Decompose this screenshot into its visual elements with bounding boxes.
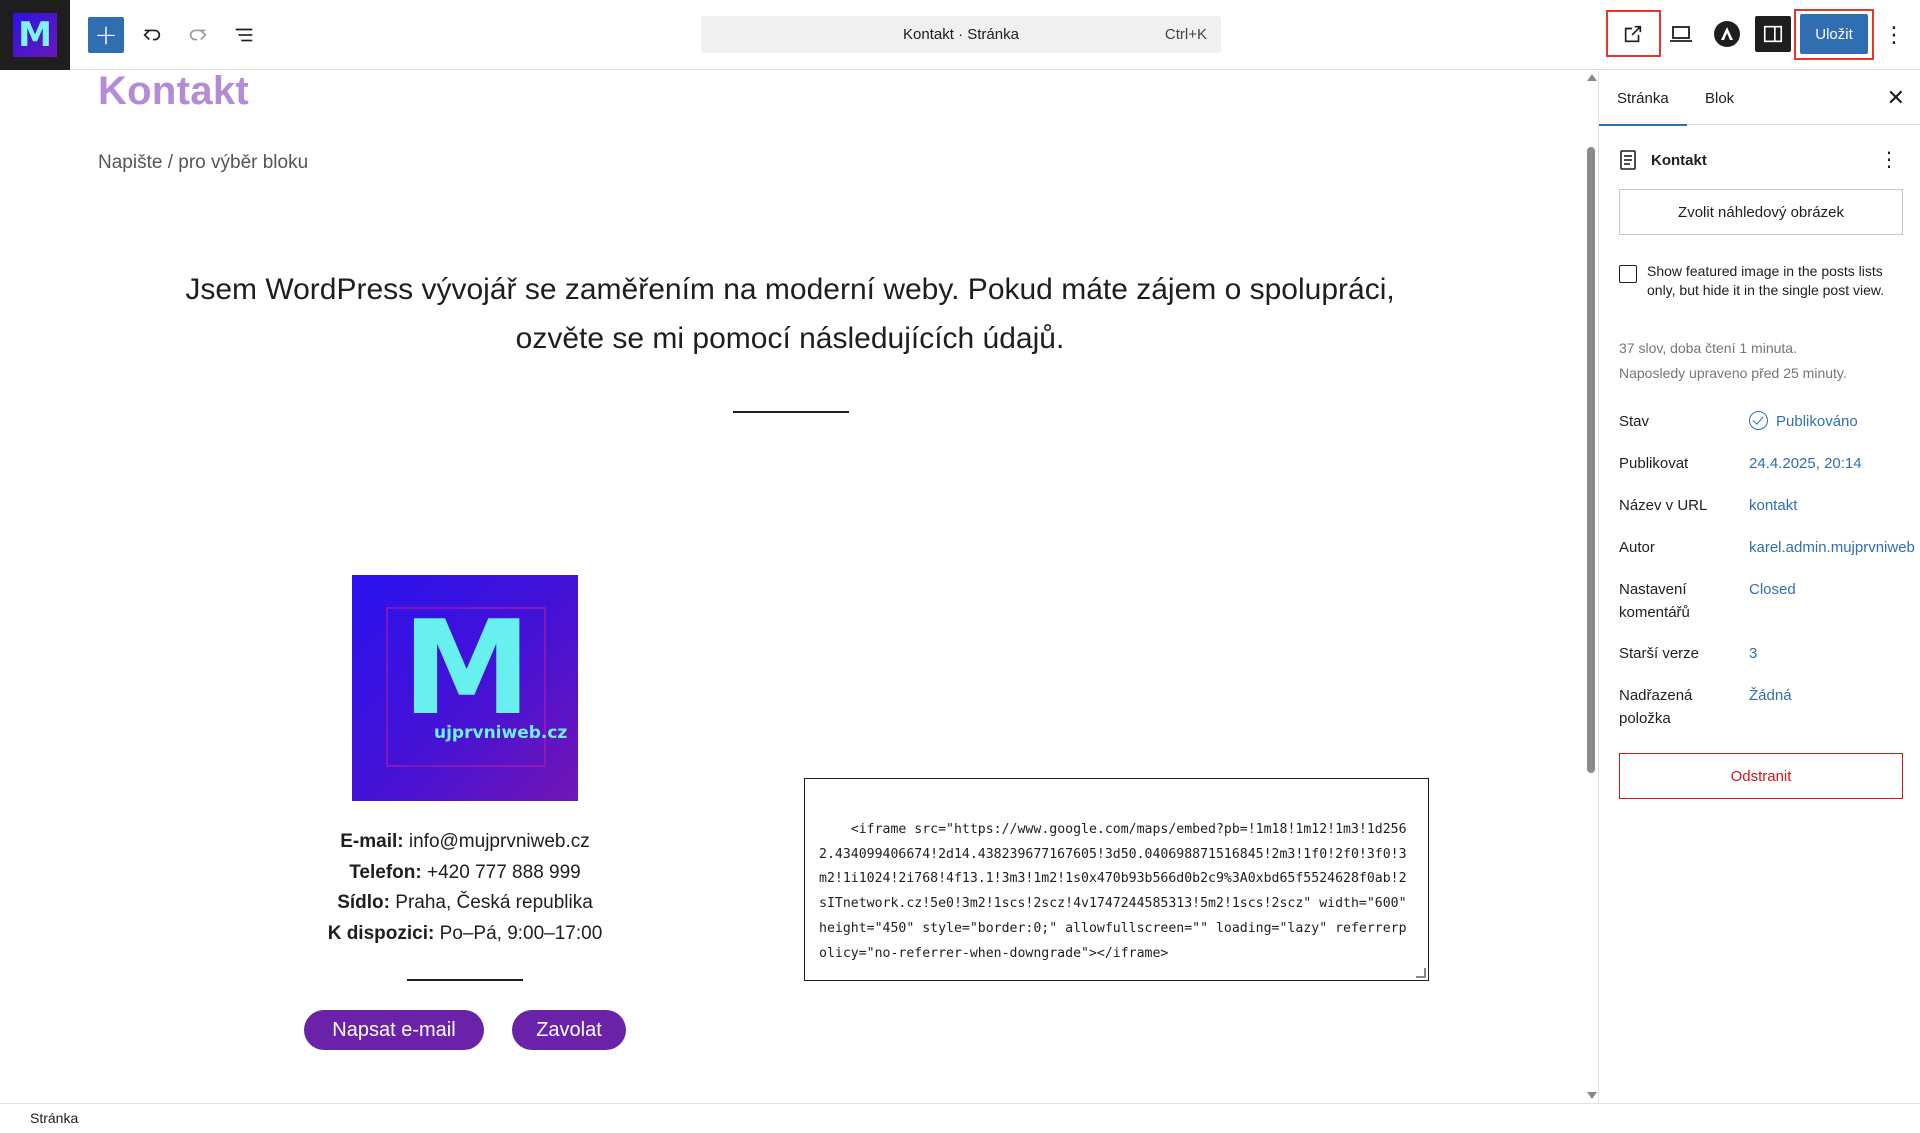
editor-header: M + Kontakt · Stránka Ctrl+K Uložit ⋮ [0, 0, 1920, 70]
field-slug-value[interactable]: kontakt [1749, 494, 1797, 517]
html-embed-textarea[interactable]: <iframe src="https://www.google.com/maps… [804, 778, 1429, 981]
last-edited: Naposledy upraveno před 25 minuty. [1619, 365, 1847, 381]
page-icon [1620, 150, 1636, 170]
settings-sidebar-toggle[interactable] [1755, 16, 1791, 52]
astra-logo-icon [1714, 21, 1740, 47]
featured-image-checkbox[interactable] [1619, 265, 1637, 283]
page-title[interactable]: Kontakt [98, 71, 249, 114]
undo-icon [143, 29, 161, 41]
availability-value: Po–Pá, 9:00–17:00 [439, 922, 603, 944]
sidebar-toggle-icon [1763, 25, 1783, 43]
contact-phone-row: Telefon: +420 777 888 999 [280, 858, 650, 889]
contact-details[interactable]: E-mail: info@mujprvniweb.cz Telefon: +42… [280, 827, 650, 949]
scroll-thumb[interactable] [1587, 147, 1595, 773]
availability-label: K dispozici: [327, 922, 435, 944]
resize-handle[interactable] [1416, 968, 1426, 978]
call-button[interactable]: Zavolat [512, 1010, 626, 1050]
list-view-button[interactable] [226, 17, 262, 53]
options-menu-button[interactable]: ⋮ [1882, 18, 1906, 52]
phone-label: Telefon: [349, 861, 422, 883]
field-revisions-label: Starší verze [1619, 645, 1700, 662]
delete-button[interactable]: Odstranit [1619, 753, 1903, 799]
featured-image-checkbox-label[interactable]: Show featured image in the posts lists o… [1647, 262, 1903, 300]
sidebar-tabs: Stránka Blok ✕ [1599, 71, 1920, 126]
email-button[interactable]: Napsat e-mail [304, 1010, 484, 1050]
tab-page[interactable]: Stránka [1599, 71, 1687, 126]
close-icon: ✕ [1886, 85, 1905, 110]
list-view-icon [235, 28, 253, 42]
field-author-value[interactable]: karel.admin.mujprvniweb [1749, 536, 1915, 559]
site-logo-button[interactable]: M [0, 0, 70, 70]
field-publish-value[interactable]: 24.4.2025, 20:14 [1749, 452, 1862, 475]
featured-image-button[interactable]: Zvolit náhledový obrázek [1619, 189, 1903, 235]
seat-label: Sídlo: [337, 892, 390, 913]
published-check-icon [1749, 411, 1768, 430]
site-logo-letter: M [18, 15, 52, 55]
featured-image-option: Show featured image in the posts lists o… [1619, 262, 1903, 300]
canvas-scrollbar[interactable] [1584, 71, 1598, 1103]
field-revisions-value[interactable]: 3 [1749, 642, 1757, 665]
contact-availability-row: K dispozici: Po–Pá, 9:00–17:00 [280, 919, 650, 950]
field-status-value[interactable]: Publikováno [1749, 410, 1858, 433]
tab-block[interactable]: Blok [1705, 71, 1734, 125]
block-placeholder[interactable]: Napište / pro výběr bloku [98, 152, 308, 174]
contact-email-row: E-mail: info@mujprvniweb.cz [280, 827, 650, 858]
email-value: info@mujprvniweb.cz [408, 831, 590, 852]
astra-settings-button[interactable] [1709, 16, 1745, 52]
site-logo-icon: M [13, 13, 57, 57]
separator [733, 411, 849, 413]
plus-icon: + [94, 18, 118, 51]
logo-letter: M [402, 592, 531, 744]
add-block-button[interactable]: + [88, 17, 124, 53]
status-text: Publikováno [1776, 413, 1858, 430]
field-comments-label: Nastavení komentářů [1619, 581, 1690, 621]
contact-separator [407, 979, 523, 981]
field-author-label: Autor [1619, 539, 1655, 556]
external-link-icon [1624, 25, 1642, 43]
intro-paragraph[interactable]: Jsem WordPress vývojář se zaměřením na m… [160, 265, 1420, 363]
field-parent-value[interactable]: Žádná [1749, 684, 1792, 707]
scroll-down-arrow[interactable] [1587, 1092, 1597, 1099]
seat-value: Praha, Česká republika [395, 892, 593, 913]
desktop-preview-icon [1670, 26, 1692, 42]
scroll-up-arrow[interactable] [1587, 74, 1597, 81]
save-button[interactable]: Uložit [1800, 14, 1868, 54]
logo-text: ujprvniweb.cz [434, 723, 568, 743]
redo-button[interactable] [180, 17, 216, 53]
word-count: 37 slov, doba čtení 1 minuta. [1619, 340, 1797, 356]
field-publish-label: Publikovat [1619, 455, 1689, 472]
block-breadcrumb-bar: Stránka [0, 1103, 1920, 1133]
field-parent-label: Nadřazená položka [1619, 687, 1693, 727]
document-actions-button[interactable]: ⋮ [1879, 147, 1899, 172]
logo-image[interactable]: M ujprvniweb.cz [352, 575, 578, 801]
document-name: Kontakt [1651, 151, 1707, 169]
keyboard-shortcut: Ctrl+K [1164, 26, 1207, 43]
kebab-menu-icon: ⋮ [1883, 22, 1905, 47]
preview-button[interactable] [1663, 16, 1699, 52]
document-title: Kontakt · Stránka [903, 26, 1019, 43]
html-embed-code: <iframe src="https://www.google.com/maps… [819, 821, 1415, 961]
editor-canvas: Kontakt Napište / pro výběr bloku Jsem W… [0, 71, 1585, 1103]
phone-value: +420 777 888 999 [427, 861, 581, 883]
field-slug-label: Název v URL [1619, 497, 1708, 514]
breadcrumb-item[interactable]: Stránka [30, 1110, 78, 1126]
email-label: E-mail: [340, 831, 404, 852]
contact-seat-row: Sídlo: Praha, Česká republika [280, 888, 650, 919]
command-palette-bar[interactable]: Kontakt · Stránka Ctrl+K [701, 16, 1221, 53]
field-comments-value[interactable]: Closed [1749, 578, 1796, 601]
view-page-button[interactable] [1615, 16, 1651, 52]
undo-button[interactable] [134, 17, 170, 53]
close-sidebar-button[interactable]: ✕ [1887, 85, 1905, 111]
settings-sidebar: Stránka Blok ✕ Kontakt ⋮ Zvolit náhledov… [1598, 71, 1920, 1103]
field-status-label: Stav [1619, 413, 1650, 430]
document-summary: Kontakt ⋮ [1619, 147, 1901, 173]
redo-icon [189, 29, 207, 41]
